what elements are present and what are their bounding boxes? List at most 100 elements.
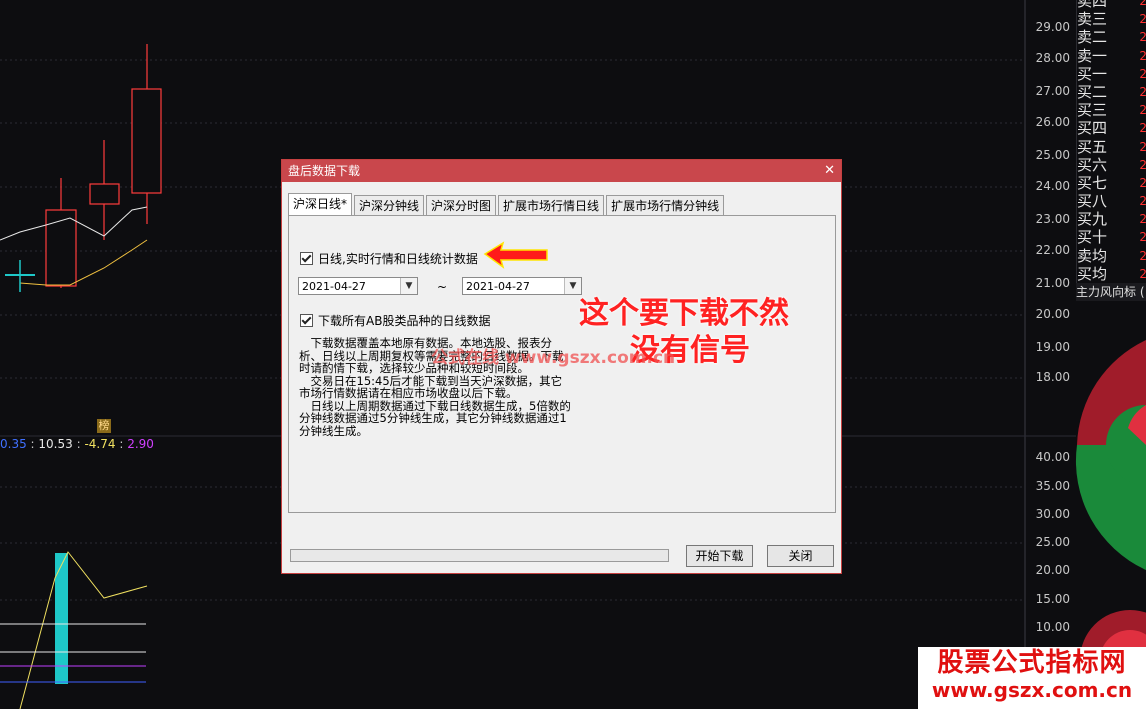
order-book-price: 2 <box>1139 247 1146 265</box>
price-tick-label: 20.00 <box>1035 307 1070 321</box>
price-tick-label: 18.00 <box>1035 370 1070 384</box>
order-book-price: 2 <box>1139 265 1146 283</box>
order-book-row: 买八 2 <box>1077 192 1146 210</box>
order-book-price: 2 <box>1139 192 1146 210</box>
indicator-tick-label: 25.00 <box>1035 535 1070 549</box>
brand-name: 股票公式指标网 <box>937 648 1127 678</box>
order-book-price: 2 <box>1139 47 1146 65</box>
order-book-row: 买二 2 <box>1077 83 1146 101</box>
order-book-price: 2 <box>1139 28 1146 46</box>
indicator-tick-label: 10.00 <box>1035 620 1070 634</box>
order-book-row: 卖二 2 <box>1077 28 1146 46</box>
price-tick-label: 23.00 <box>1035 212 1070 226</box>
capital-flow-donut <box>1075 340 1146 570</box>
indicator-values: 0.35 : 10.53 : -4.74 : 2.90 <box>0 437 154 451</box>
ma-yellow-line <box>19 239 148 286</box>
tab-daily[interactable]: 沪深日线* <box>288 193 353 216</box>
daily-data-option[interactable]: 日线,实时行情和日线统计数据 <box>300 250 478 267</box>
order-book-row: 买九 2 <box>1077 210 1146 228</box>
dialog-titlebar[interactable]: 盘后数据下载 ✕ <box>282 160 841 182</box>
order-book-label: 买十 <box>1077 228 1108 247</box>
order-book-row: 买一 2 <box>1077 65 1146 83</box>
chevron-down-icon[interactable]: ▼ <box>400 278 417 294</box>
order-book-row: 买六 2 <box>1077 156 1146 174</box>
tab-timeshare[interactable]: 沪深分时图 <box>426 195 497 216</box>
order-book-price: 2 <box>1139 119 1146 137</box>
date-to-picker[interactable]: 2021-04-27 ▼ <box>462 277 582 295</box>
order-book-row: 买四 2 <box>1077 119 1146 137</box>
daily-data-checkbox[interactable] <box>300 252 313 265</box>
site-brand-logo: 股票公式指标网 www.gszx.com.cn <box>918 647 1146 709</box>
order-book-label: 买三 <box>1077 101 1108 120</box>
order-book-label: 买一 <box>1077 64 1108 83</box>
price-tick-label: 22.00 <box>1035 243 1070 257</box>
order-book-price: 2 <box>1139 83 1146 101</box>
site-watermark: 公式在线 www.gszx.com.cn <box>431 348 676 368</box>
download-progress-bar <box>290 549 669 562</box>
order-book-label: 卖均 <box>1077 246 1108 265</box>
start-download-button[interactable]: 开始下载 <box>686 545 753 567</box>
indicator-value-3: -4.74 <box>84 437 116 451</box>
price-tick-label: 24.00 <box>1035 179 1070 193</box>
order-book-label: 卖四 <box>1077 0 1108 10</box>
order-book-price: 2 <box>1139 65 1146 83</box>
order-book-label: 卖一 <box>1077 46 1108 65</box>
order-book-price: 2 <box>1139 228 1146 246</box>
price-tick-label: 28.00 <box>1035 51 1070 65</box>
price-tick-label: 21.00 <box>1035 276 1070 290</box>
annotation-arrow-icon <box>483 241 548 269</box>
order-book-price: 2 <box>1139 0 1146 10</box>
indicator-tick-label: 20.00 <box>1035 563 1070 577</box>
indicator-bar <box>55 553 68 684</box>
date-range-separator: ~ <box>437 280 448 294</box>
order-book-label: 买八 <box>1077 192 1108 211</box>
order-book: 卖四2卖三2卖二2卖一2买一2买二2买三2买四2买五2买六2买七2买八2买九2买… <box>1076 0 1146 290</box>
order-book-label: 卖三 <box>1077 10 1108 29</box>
candlesticks <box>45 44 162 288</box>
order-book-row: 买三 2 <box>1077 101 1146 119</box>
tab-bar: 沪深日线* 沪深分钟线 沪深分时图 扩展市场行情日线 扩展市场行情分钟线 <box>288 193 726 216</box>
order-book-label: 买七 <box>1077 173 1108 192</box>
order-book-label: 买四 <box>1077 119 1108 138</box>
tab-ext-daily[interactable]: 扩展市场行情日线 <box>498 195 605 216</box>
order-book-label: 买九 <box>1077 210 1108 229</box>
order-book-price: 2 <box>1139 101 1146 119</box>
ab-shares-checkbox[interactable] <box>300 314 313 327</box>
price-tick-label: 27.00 <box>1035 84 1070 98</box>
order-book-row: 买均 2 <box>1077 265 1146 283</box>
indicator-value-4: 2.90 <box>127 437 154 451</box>
tab-minute[interactable]: 沪深分钟线 <box>354 195 425 216</box>
order-book-price: 2 <box>1139 156 1146 174</box>
capital-flow-panel-title: 主力风向标 ( <box>1076 283 1146 301</box>
order-book-label: 买二 <box>1077 82 1108 101</box>
indicator-tick-label: 30.00 <box>1035 507 1070 521</box>
indicator-tick-label: 40.00 <box>1035 450 1070 464</box>
rank-badge[interactable]: 榜 <box>97 419 111 433</box>
ab-shares-option[interactable]: 下载所有AB股类品种的日线数据 <box>300 312 490 329</box>
order-book-row: 卖一 2 <box>1077 47 1146 65</box>
ab-shares-label: 下载所有AB股类品种的日线数据 <box>318 314 491 328</box>
order-book-row: 买五 2 <box>1077 138 1146 156</box>
order-book-price: 2 <box>1139 138 1146 156</box>
indicator-tick-label: 15.00 <box>1035 592 1070 606</box>
price-tick-label: 29.00 <box>1035 20 1070 34</box>
close-icon[interactable]: ✕ <box>824 160 835 182</box>
order-book-row: 卖均 2 <box>1077 247 1146 265</box>
tab-ext-minute[interactable]: 扩展市场行情分钟线 <box>606 195 725 216</box>
order-book-row: 卖三 2 <box>1077 10 1146 28</box>
order-book-label: 买五 <box>1077 137 1108 156</box>
daily-data-label: 日线,实时行情和日线统计数据 <box>318 252 478 266</box>
order-book-row: 买七 2 <box>1077 174 1146 192</box>
price-tick-label: 26.00 <box>1035 115 1070 129</box>
dialog-title: 盘后数据下载 <box>288 164 361 178</box>
order-book-row: 买十 2 <box>1077 228 1146 246</box>
indicator-value-1: 0.35 <box>0 437 27 451</box>
order-book-price: 2 <box>1139 174 1146 192</box>
close-button[interactable]: 关闭 <box>767 545 834 567</box>
date-from-picker[interactable]: 2021-04-27 ▼ <box>298 277 418 295</box>
price-tick-label: 19.00 <box>1035 340 1070 354</box>
indicator-value-2: 10.53 <box>38 437 73 451</box>
indicator-tick-label: 35.00 <box>1035 479 1070 493</box>
brand-url: www.gszx.com.cn <box>931 678 1133 702</box>
price-tick-label: 25.00 <box>1035 148 1070 162</box>
